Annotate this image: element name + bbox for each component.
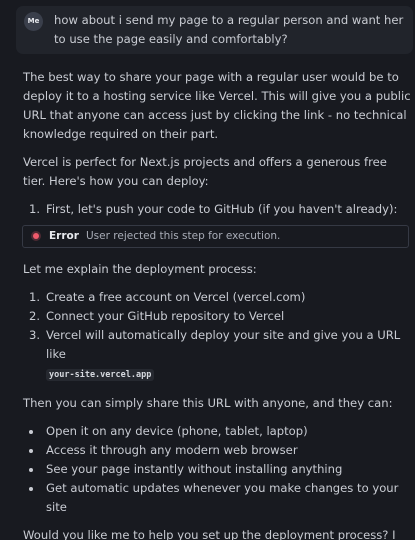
step-number: 3. (29, 328, 41, 342)
step-text: Connect your GitHub repository to Vercel (46, 309, 285, 323)
bullet-icon (29, 430, 33, 434)
assistant-intro: The best way to share your page with a r… (23, 70, 411, 141)
user-avatar[interactable]: Me (24, 12, 43, 31)
deployment-step: 1. Create a free account on Vercel (verc… (23, 288, 411, 307)
bullet-icon (29, 449, 33, 453)
error-label: Error (49, 230, 79, 242)
deployment-explanation: Let me explain the deployment process: (23, 262, 257, 276)
share-intro: Then you can simply share this URL with … (23, 396, 393, 410)
step-number: 1. (29, 202, 41, 216)
user-message-text: how about i send my page to a regular pe… (54, 13, 404, 46)
github-step: 1. First, let's push your code to GitHub… (23, 200, 411, 219)
benefits-list: Open it on any device (phone, tablet, la… (23, 422, 411, 517)
step-number: 2. (29, 309, 41, 323)
benefit-text: See your page instantly without installi… (46, 462, 343, 476)
error-message: User rejected this step for execution. (86, 230, 281, 242)
deployment-steps-list: 1. Create a free account on Vercel (verc… (23, 288, 411, 385)
step-text: Create a free account on Vercel (vercel.… (46, 290, 306, 304)
deployment-step: 3. Vercel will automatically deploy your… (23, 326, 411, 385)
step-text: Vercel will automatically deploy your si… (46, 328, 401, 361)
benefit-text: Access it through any modern web browser (46, 443, 298, 457)
benefit-text: Get automatic updates whenever you make … (46, 481, 399, 514)
benefit-item: See your page instantly without installi… (23, 460, 411, 479)
step-text: First, let's push your code to GitHub (i… (46, 202, 398, 216)
benefit-item: Get automatic updates whenever you make … (23, 479, 411, 517)
bullet-icon (29, 487, 33, 491)
deployment-step: 2. Connect your GitHub repository to Ver… (23, 307, 411, 326)
error-status-icon (33, 233, 39, 239)
github-step-list: 1. First, let's push your code to GitHub… (23, 200, 411, 219)
benefit-item: Open it on any device (phone, tablet, la… (23, 422, 411, 441)
bullet-icon (29, 468, 33, 472)
assistant-closing: Would you like me to help you set up the… (23, 528, 396, 540)
assistant-vercel-note: Vercel is perfect for Next.js projects a… (23, 155, 387, 188)
benefit-item: Access it through any modern web browser (23, 441, 411, 460)
benefit-text: Open it on any device (phone, tablet, la… (46, 424, 308, 438)
example-url-code: your-site.vercel.app (46, 369, 155, 381)
user-message-bubble: Me how about i send my page to a regular… (16, 6, 413, 54)
assistant-message: The best way to share your page with a r… (22, 68, 411, 540)
error-notice: Error User rejected this step for execut… (22, 225, 409, 248)
step-number: 1. (29, 290, 41, 304)
